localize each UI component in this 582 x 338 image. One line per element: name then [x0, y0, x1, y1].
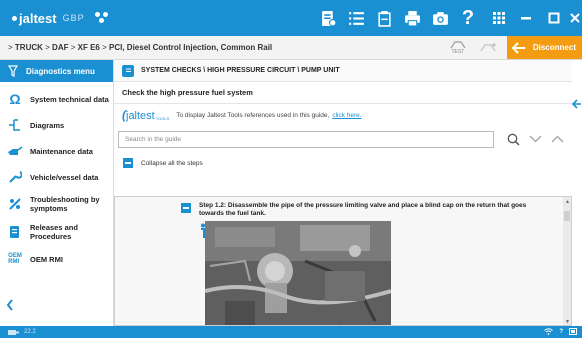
- tools-link[interactable]: click here.: [332, 112, 361, 119]
- collapse-steps-row[interactable]: Collapse all the steps: [114, 152, 572, 174]
- test-icon[interactable]: TEST: [447, 38, 469, 58]
- connection-controls: TEST Disconnect: [447, 36, 582, 59]
- maximize-button[interactable]: [540, 0, 568, 36]
- wifi-icon: [544, 327, 554, 337]
- sidebar-item-oem-rmi[interactable]: OEM RMI OEM RMI: [0, 246, 113, 272]
- jaltest-tools-logo: (jaltest TOOLS: [122, 108, 170, 122]
- sidebar-item-releases[interactable]: Releases and Procedures: [0, 218, 113, 246]
- guide-title: Check the high pressure fuel system: [114, 82, 572, 104]
- list-icon[interactable]: [345, 7, 367, 29]
- section-path: SYSTEM CHECKS \ HIGH PRESSURE CIRCUIT \ …: [141, 67, 340, 74]
- sidebar-item-label: System technical data: [30, 94, 109, 104]
- title-toolbar: ?: [314, 0, 582, 36]
- search-tools: [502, 133, 568, 146]
- report-icon[interactable]: [317, 7, 339, 29]
- status-left: 22.2: [8, 329, 36, 336]
- back-arrow-icon[interactable]: [506, 36, 531, 59]
- camera-icon[interactable]: [429, 7, 451, 29]
- diagram-icon: [0, 119, 30, 131]
- search-input[interactable]: Search in the guide: [118, 130, 494, 148]
- document-icon: [0, 225, 30, 239]
- breadcrumb-item[interactable]: PCI, Diesel Control Injection, Common Ra…: [109, 43, 272, 52]
- breadcrumb: > TRUCK > DAF > XF E6 > PCI, Diesel Cont…: [8, 43, 273, 52]
- sidebar-item-label: Troubleshooting by symptoms: [30, 195, 100, 213]
- search-icon[interactable]: [502, 133, 524, 146]
- section-header: SYSTEM CHECKS \ HIGH PRESSURE CIRCUIT \ …: [114, 60, 572, 82]
- help-icon[interactable]: ?: [457, 7, 479, 29]
- step-content: Step 1.2: Disassemble the pipe of the pr…: [114, 196, 572, 326]
- sidebar-item-label: Maintenance data: [30, 146, 93, 156]
- apps-grid-icon[interactable]: [486, 5, 512, 31]
- tools-reference-row: (jaltest TOOLS To display Jaltest Tools r…: [114, 104, 572, 126]
- collapse-icon[interactable]: [123, 158, 133, 168]
- sidebar-item-troubleshooting[interactable]: Troubleshooting by symptoms: [0, 190, 113, 218]
- minimize-button[interactable]: [512, 0, 540, 36]
- test-disabled-icon[interactable]: [477, 38, 499, 58]
- app-window: jaltest GBP ? > TRUCK > DAF > XF E6 > PC…: [0, 0, 582, 338]
- printer-icon[interactable]: [401, 7, 423, 29]
- status-version: 22.2: [24, 329, 36, 335]
- breadcrumb-item[interactable]: TRUCK: [15, 43, 43, 52]
- test-label: TEST: [451, 49, 465, 55]
- title-bar: jaltest GBP ?: [0, 0, 582, 36]
- guide-doc-icon: [122, 64, 134, 77]
- breadcrumb-bar: > TRUCK > DAF > XF E6 > PCI, Diesel Cont…: [0, 36, 582, 60]
- sidebar-item-label: Diagrams: [30, 120, 65, 130]
- disconnect-button[interactable]: Disconnect: [530, 36, 582, 59]
- sidebar-item-technical-data[interactable]: Ω System technical data: [0, 86, 113, 112]
- tools-logo-brand: jaltest: [126, 110, 155, 122]
- chevron-up-icon[interactable]: [546, 135, 568, 143]
- step-item: Step 1.2: Disassemble the pipe of the pr…: [181, 202, 541, 218]
- main-panel: SYSTEM CHECKS \ HIGH PRESSURE CIRCUIT \ …: [114, 60, 572, 326]
- collapse-label: Collapse all the steps: [141, 159, 203, 167]
- app-logo: jaltest GBP: [12, 11, 85, 26]
- chevron-down-icon[interactable]: [524, 135, 546, 143]
- question-icon: ?: [559, 329, 563, 335]
- content-scrollbar[interactable]: ▲ ▼: [563, 197, 571, 325]
- ohm-icon: Ω: [9, 91, 21, 107]
- tools-text: To display Jaltest Tools references used…: [176, 111, 330, 119]
- sidebar: Diagnostics menu Ω System technical data…: [0, 60, 114, 326]
- sidebar-item-maintenance[interactable]: Maintenance data: [0, 138, 113, 164]
- clipboard-icon[interactable]: [373, 7, 395, 29]
- status-bar: 22.2 ?: [0, 326, 582, 338]
- wrench-icon: [0, 170, 30, 184]
- tools-logo-sub: TOOLS: [155, 116, 170, 121]
- battery-icon: [569, 327, 578, 337]
- oil-can-icon: [0, 146, 30, 156]
- breadcrumb-item[interactable]: XF E6: [78, 43, 100, 52]
- close-button[interactable]: [568, 0, 582, 36]
- oem-rmi-icon: OEM RMI: [8, 253, 22, 265]
- sidebar-item-label: OEM RMI: [30, 254, 63, 264]
- scroll-down-icon[interactable]: ▼: [565, 319, 570, 325]
- sidebar-header-label: Diagnostics menu: [26, 66, 95, 76]
- troubleshooting-icon: [0, 197, 30, 211]
- sidebar-item-vehicle-data[interactable]: Vehicle/vessel data: [0, 164, 113, 190]
- sidebar-item-diagrams[interactable]: Diagrams: [0, 112, 113, 138]
- search-row: Search in the guide: [114, 126, 572, 152]
- right-edge-panel: [571, 60, 582, 326]
- users-icon[interactable]: [94, 12, 109, 24]
- step-text: Step 1.2: Disassemble the pipe of the pr…: [199, 202, 527, 217]
- scroll-up-icon[interactable]: ▲: [565, 199, 570, 205]
- panel-back-icon[interactable]: [571, 96, 581, 114]
- sidebar-item-label: Vehicle/vessel data: [30, 172, 99, 182]
- sidebar-item-label: Releases and Procedures: [30, 223, 78, 241]
- collapse-sidebar-icon[interactable]: [6, 298, 14, 316]
- vci-icon: [8, 329, 19, 335]
- step-collapse-icon[interactable]: [181, 203, 191, 213]
- sidebar-header[interactable]: Diagnostics menu: [0, 60, 113, 82]
- engine-photo: [205, 221, 391, 325]
- expand-caret-icon[interactable]: [335, 319, 347, 332]
- breadcrumb-item[interactable]: DAF: [52, 43, 68, 52]
- status-right: ?: [538, 327, 578, 337]
- scroll-thumb[interactable]: [564, 211, 570, 221]
- region-code: GBP: [62, 13, 85, 23]
- logo-text: jaltest: [19, 10, 57, 26]
- logo-dot-icon: [12, 15, 17, 21]
- diagnostics-icon: [0, 65, 26, 77]
